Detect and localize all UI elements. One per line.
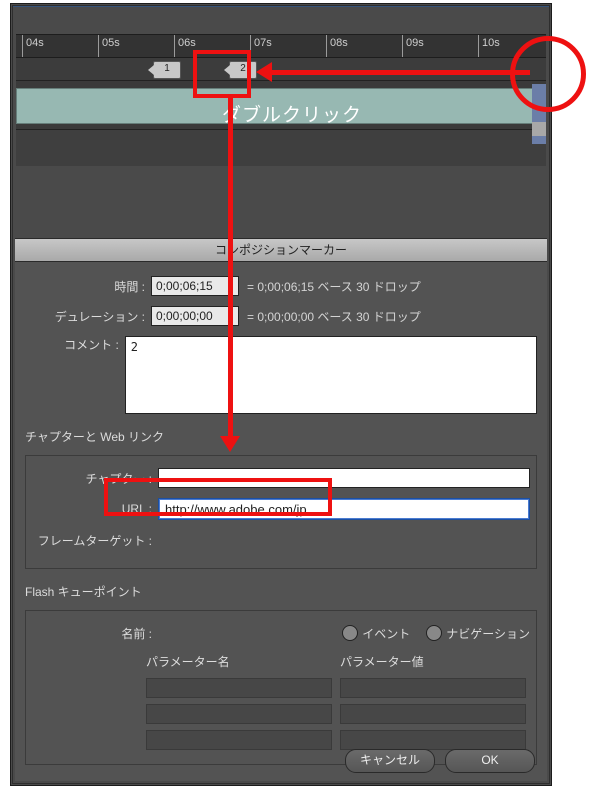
ruler-tick: 05s xyxy=(102,37,120,49)
ruler-tick: 10s xyxy=(482,37,500,49)
composition-marker-1[interactable]: 1 xyxy=(153,61,181,79)
annotation-rect-marker-icon xyxy=(193,50,251,98)
time-label: 時間 : xyxy=(25,278,151,295)
ok-button[interactable]: OK xyxy=(445,749,535,773)
ruler-tick: 08s xyxy=(330,37,348,49)
dialog-title: コンポジションマーカー xyxy=(15,239,547,262)
param-value-header: パラメーター値 xyxy=(336,653,530,678)
ruler-tick: 06s xyxy=(178,37,196,49)
comment-label: コメント : xyxy=(25,336,125,353)
duration-input[interactable] xyxy=(151,306,239,326)
param-name-header: パラメーター名 xyxy=(142,653,336,678)
param-value-cell[interactable] xyxy=(340,730,526,750)
time-info: = 0;00;06;15 ベース 30 ドロップ xyxy=(247,278,421,295)
param-value-cell[interactable] xyxy=(340,678,526,698)
annotation-arrow-horizontal-icon xyxy=(262,70,530,75)
param-name-cell[interactable] xyxy=(146,678,332,698)
flash-group: 名前 : イベント ナビゲーション パラメーター名 xyxy=(25,610,537,765)
ruler-tick: 04s xyxy=(26,37,44,49)
radio-event[interactable]: イベント xyxy=(342,625,410,642)
duration-label: デュレーション : xyxy=(25,308,151,325)
param-value-cell[interactable] xyxy=(340,704,526,724)
chapter-section-title: チャプターと Web リンク xyxy=(25,428,537,445)
timeline-panel[interactable]: 04s 05s 06s 07s 08s 09s 10s 1 2 xyxy=(16,34,546,164)
comment-textarea[interactable] xyxy=(125,336,537,414)
annotation-label: ダブルクリック xyxy=(222,100,362,127)
param-name-cell[interactable] xyxy=(146,730,332,750)
cue-name-input[interactable] xyxy=(158,623,325,643)
frame-target-label: フレームターゲット : xyxy=(32,532,158,549)
ruler-tick: 09s xyxy=(406,37,424,49)
radio-navigation[interactable]: ナビゲーション xyxy=(426,625,530,642)
annotation-rect-url-icon xyxy=(104,478,332,516)
time-ruler[interactable]: 04s 05s 06s 07s 08s 09s 10s xyxy=(16,34,546,58)
duration-info: = 0;00;00;00 ベース 30 ドロップ xyxy=(247,308,421,325)
param-name-cell[interactable] xyxy=(146,704,332,724)
ruler-tick: 07s xyxy=(254,37,272,49)
time-input[interactable] xyxy=(151,276,239,296)
frame-target-input[interactable] xyxy=(158,530,530,550)
annotation-arrow-vertical-icon xyxy=(228,96,233,446)
composition-end-icon[interactable] xyxy=(532,122,546,136)
cue-name-label: 名前 : xyxy=(32,625,158,642)
cancel-button[interactable]: キャンセル xyxy=(345,749,435,773)
flash-section-title: Flash キューポイント xyxy=(25,583,537,600)
